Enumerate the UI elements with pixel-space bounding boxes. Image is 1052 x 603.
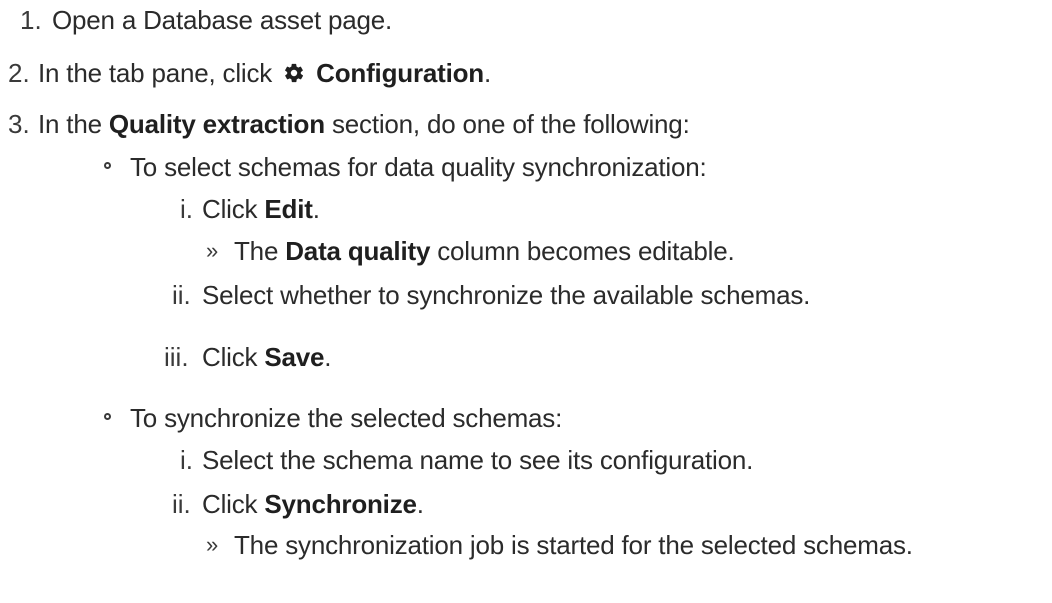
step-text: In the Quality extraction section, do on… [38, 108, 690, 140]
substep-text: Click Save. [202, 341, 332, 373]
step-number: 3. [8, 109, 30, 139]
data-quality-label: Data quality [285, 236, 431, 266]
save-label: Save [264, 342, 325, 372]
step-number: 2. [8, 58, 30, 88]
result-text: The synchronization job is started for t… [234, 530, 913, 560]
substep-text-prefix: Click [202, 194, 258, 224]
result-marker-icon: » [206, 532, 219, 557]
option-text: To synchronize the selected schemas: [130, 403, 563, 433]
substep-text-suffix: . [416, 489, 424, 519]
substep-text: Select the schema name to see its config… [202, 445, 754, 475]
step-text-suffix: . [483, 58, 491, 88]
step-text-prefix: In the tab pane, click [38, 58, 273, 88]
substep-text: Select whether to synchronize the availa… [202, 280, 811, 310]
option-text: To select schemas for data quality synch… [130, 152, 707, 182]
step-text-prefix: In the [38, 109, 102, 139]
result-text-suffix: column becomes editable. [437, 236, 735, 266]
substep-text-suffix: . [324, 342, 332, 372]
substep-number: ii. [172, 280, 191, 310]
substep-text-suffix: . [312, 194, 320, 224]
gear-icon [283, 59, 305, 83]
substep-text: Click Edit. [202, 193, 320, 225]
step-text-suffix: section, do one of the following: [331, 109, 690, 139]
step-number: 1. [20, 5, 42, 35]
substep-number: i. [180, 445, 193, 475]
configuration-label: Configuration [316, 58, 484, 88]
circle-bullet-icon [104, 162, 111, 169]
substep-text: Click Synchronize. [202, 488, 424, 520]
circle-bullet-icon [104, 413, 111, 420]
substep-text-prefix: Click [202, 342, 258, 372]
edit-label: Edit [264, 194, 313, 224]
substep-number: i. [180, 194, 193, 224]
substep-number: ii. [172, 489, 191, 519]
result-text: The Data quality column becomes editable… [234, 235, 735, 267]
step-text: In the tab pane, click Configuration. [38, 57, 491, 89]
step-text: Open a Database asset page. [52, 5, 393, 35]
substep-number: iii. [164, 342, 189, 372]
quality-extraction-label: Quality extraction [108, 109, 325, 139]
result-marker-icon: » [206, 238, 219, 263]
synchronize-label: Synchronize [264, 489, 417, 519]
result-text-prefix: The [234, 236, 279, 266]
substep-text-prefix: Click [202, 489, 258, 519]
